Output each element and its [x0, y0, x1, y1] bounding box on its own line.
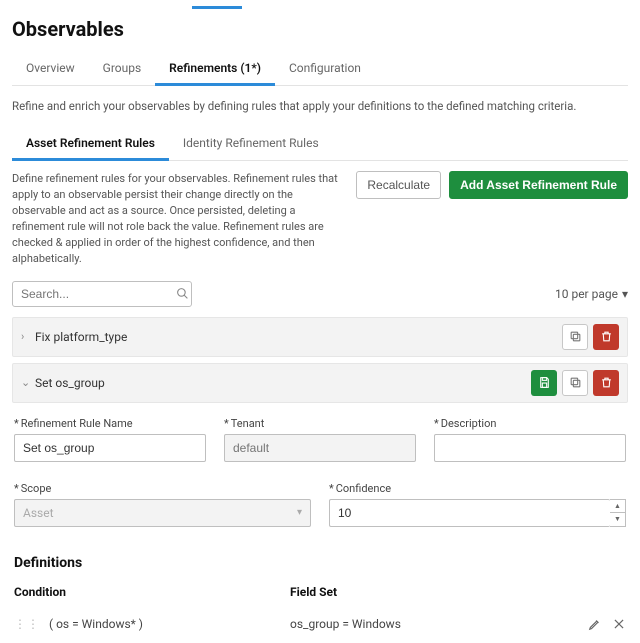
condition-value: ( os = Windows* )	[49, 617, 143, 631]
page-description: Refine and enrich your observables by de…	[12, 98, 628, 114]
recalculate-button[interactable]: Recalculate	[356, 171, 441, 199]
main-tabs: Overview Groups Refinements (1*) Configu…	[12, 53, 628, 86]
field-tenant: Tenant	[224, 417, 416, 462]
rule-row: › Fix platform_type	[12, 317, 628, 357]
confidence-input[interactable]	[329, 499, 610, 527]
chevron-down-icon[interactable]: ⌄	[21, 376, 35, 389]
tab-overview[interactable]: Overview	[12, 53, 89, 85]
step-down-icon[interactable]: ▼	[610, 513, 625, 526]
search-input[interactable]	[21, 287, 176, 301]
confidence-stepper[interactable]: ▲ ▼	[610, 499, 626, 527]
refinement-description: Define refinement rules for your observa…	[12, 171, 346, 267]
step-up-icon[interactable]: ▲	[610, 500, 625, 514]
copy-rule-button[interactable]	[562, 370, 588, 396]
definition-row: ⋮⋮ ( os = Windows* ) os_group = Windows	[14, 617, 626, 631]
caret-down-icon: ▾	[297, 507, 302, 518]
tab-configuration[interactable]: Configuration	[275, 53, 375, 85]
search-input-wrapper[interactable]	[12, 281, 192, 307]
label-scope: Scope	[14, 482, 311, 495]
field-description: Description	[434, 417, 626, 462]
chevron-right-icon[interactable]: ›	[21, 330, 35, 343]
rule-name: Fix platform_type	[35, 330, 557, 344]
label-tenant: Tenant	[224, 417, 416, 430]
definitions-heading: Definitions	[14, 555, 626, 571]
description-input[interactable]	[434, 434, 626, 462]
scope-select: Asset ▾	[14, 499, 311, 527]
per-page-selector[interactable]: 10 per page ▾	[555, 287, 628, 301]
subtab-asset-rules[interactable]: Asset Refinement Rules	[12, 128, 169, 160]
add-asset-refinement-rule-button[interactable]: Add Asset Refinement Rule	[449, 171, 628, 199]
label-confidence: Confidence	[329, 482, 626, 495]
rule-name-input[interactable]	[14, 434, 206, 462]
remove-definition-button[interactable]	[612, 617, 626, 631]
caret-down-icon: ▾	[622, 287, 628, 301]
label-rule-name: Refinement Rule Name	[14, 417, 206, 430]
delete-rule-button[interactable]	[593, 370, 619, 396]
save-rule-button[interactable]	[531, 370, 557, 396]
field-confidence: Confidence ▲ ▼	[329, 482, 626, 527]
field-scope: Scope Asset ▾	[14, 482, 311, 527]
label-description: Description	[434, 417, 626, 430]
copy-rule-button[interactable]	[562, 324, 588, 350]
rule-row: ⌄ Set os_group	[12, 363, 628, 403]
drag-handle-icon[interactable]: ⋮⋮	[14, 617, 40, 631]
edit-definition-button[interactable]	[588, 617, 602, 631]
refinement-subtabs: Asset Refinement Rules Identity Refineme…	[12, 128, 628, 161]
fieldset-header: Field Set	[290, 585, 566, 599]
tab-refinements[interactable]: Refinements (1*)	[155, 53, 275, 85]
rule-name: Set os_group	[35, 376, 526, 390]
per-page-label: 10 per page	[555, 287, 618, 301]
condition-header: Condition	[14, 585, 290, 599]
tab-groups[interactable]: Groups	[89, 53, 156, 85]
field-rule-name: Refinement Rule Name	[14, 417, 206, 462]
scope-value: Asset	[23, 506, 54, 520]
delete-rule-button[interactable]	[593, 324, 619, 350]
page-title: Observables	[12, 17, 628, 41]
subtab-identity-rules[interactable]: Identity Refinement Rules	[169, 128, 333, 160]
search-icon	[176, 287, 189, 300]
tenant-input	[224, 434, 416, 462]
fieldset-value: os_group = Windows	[290, 617, 566, 631]
